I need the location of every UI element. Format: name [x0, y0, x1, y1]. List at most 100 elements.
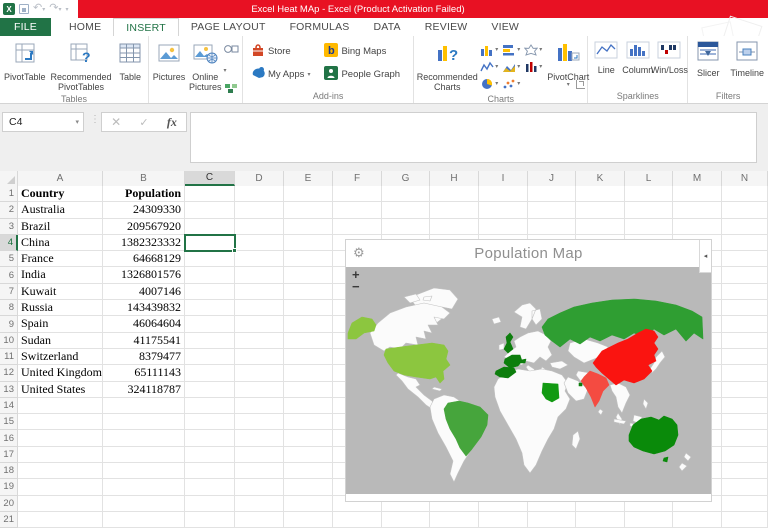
cell-I1[interactable]: [479, 186, 528, 202]
cell-A15[interactable]: [18, 414, 103, 430]
tab-formulas[interactable]: FORMULAS: [278, 18, 362, 36]
cell-C18[interactable]: [185, 463, 235, 479]
cell-L3[interactable]: [625, 219, 673, 235]
formula-input[interactable]: [190, 112, 757, 163]
cell-N20[interactable]: [722, 496, 768, 512]
cell-D6[interactable]: [235, 267, 284, 283]
my-apps-button[interactable]: My Apps ▾: [251, 66, 310, 83]
cell-C2[interactable]: [185, 202, 235, 218]
cell-B9[interactable]: 46064604: [103, 316, 185, 332]
cell-A4[interactable]: China: [18, 235, 103, 251]
cell-B18[interactable]: [103, 463, 185, 479]
column-header-N[interactable]: N: [722, 171, 768, 186]
cell-A19[interactable]: [18, 479, 103, 495]
cell-E12[interactable]: [284, 365, 333, 381]
cell-N7[interactable]: [722, 284, 768, 300]
name-box-dropdown-icon[interactable]: ▾: [75, 118, 79, 126]
recommended-charts-button[interactable]: ? Recommended Charts: [418, 39, 476, 93]
row-header-6[interactable]: 6: [0, 267, 18, 283]
charts-dialog-launcher-icon[interactable]: [576, 80, 585, 89]
cell-D11[interactable]: [235, 349, 284, 365]
insert-radar-chart-icon[interactable]: ▾: [522, 41, 544, 58]
column-header-C[interactable]: C: [185, 171, 235, 186]
cell-A11[interactable]: Switzerland: [18, 349, 103, 365]
column-header-B[interactable]: B: [103, 171, 185, 186]
cell-F1[interactable]: [333, 186, 382, 202]
cell-C20[interactable]: [185, 496, 235, 512]
cell-M1[interactable]: [673, 186, 722, 202]
smartart-icon[interactable]: [224, 80, 241, 98]
cell-A16[interactable]: [18, 430, 103, 446]
cell-K3[interactable]: [576, 219, 625, 235]
people-graph-button[interactable]: People Graph: [324, 66, 400, 83]
cell-B5[interactable]: 64668129: [103, 251, 185, 267]
cell-F21[interactable]: [333, 512, 382, 528]
cell-C15[interactable]: [185, 414, 235, 430]
cell-E6[interactable]: [284, 267, 333, 283]
cell-N10[interactable]: [722, 333, 768, 349]
cell-K2[interactable]: [576, 202, 625, 218]
cell-I3[interactable]: [479, 219, 528, 235]
cell-J21[interactable]: [528, 512, 576, 528]
cell-K21[interactable]: [576, 512, 625, 528]
column-header-F[interactable]: F: [333, 171, 382, 186]
cell-E15[interactable]: [284, 414, 333, 430]
tab-view[interactable]: VIEW: [479, 18, 531, 36]
cell-A18[interactable]: [18, 463, 103, 479]
cell-D17[interactable]: [235, 447, 284, 463]
tab-home[interactable]: HOME: [57, 18, 113, 36]
cell-E11[interactable]: [284, 349, 333, 365]
cell-D1[interactable]: [235, 186, 284, 202]
cell-C19[interactable]: [185, 479, 235, 495]
cell-E13[interactable]: [284, 382, 333, 398]
cell-C1[interactable]: [185, 186, 235, 202]
save-icon[interactable]: [19, 4, 29, 14]
cell-F2[interactable]: [333, 202, 382, 218]
cell-N18[interactable]: [722, 463, 768, 479]
cell-D15[interactable]: [235, 414, 284, 430]
sparkline-line-button[interactable]: Line: [592, 40, 620, 76]
cell-A21[interactable]: [18, 512, 103, 528]
cell-A20[interactable]: [18, 496, 103, 512]
cell-C10[interactable]: [185, 333, 235, 349]
row-header-17[interactable]: 17: [0, 447, 18, 463]
column-header-L[interactable]: L: [625, 171, 673, 186]
cell-E9[interactable]: [284, 316, 333, 332]
row-header-16[interactable]: 16: [0, 430, 18, 446]
cell-E21[interactable]: [284, 512, 333, 528]
cell-A9[interactable]: Spain: [18, 316, 103, 332]
cell-D7[interactable]: [235, 284, 284, 300]
cell-C11[interactable]: [185, 349, 235, 365]
cell-J2[interactable]: [528, 202, 576, 218]
sparkline-winloss-button[interactable]: Win/Loss: [655, 40, 683, 76]
cell-B20[interactable]: [103, 496, 185, 512]
cell-B7[interactable]: 4007146: [103, 284, 185, 300]
cell-C6[interactable]: [185, 267, 235, 283]
cell-N1[interactable]: [722, 186, 768, 202]
gear-icon[interactable]: ⚙: [353, 246, 365, 259]
cell-I21[interactable]: [479, 512, 528, 528]
cell-A13[interactable]: United States: [18, 382, 103, 398]
row-header-1[interactable]: 1: [0, 186, 18, 202]
cell-N21[interactable]: [722, 512, 768, 528]
cell-N8[interactable]: [722, 300, 768, 316]
cell-A12[interactable]: United Kingdom: [18, 365, 103, 381]
cell-F3[interactable]: [333, 219, 382, 235]
insert-bar-chart-icon[interactable]: ▾: [500, 41, 522, 58]
cell-G21[interactable]: [382, 512, 430, 528]
column-header-E[interactable]: E: [284, 171, 333, 186]
cell-H1[interactable]: [430, 186, 479, 202]
row-header-18[interactable]: 18: [0, 463, 18, 479]
column-header-D[interactable]: D: [235, 171, 284, 186]
row-header-10[interactable]: 10: [0, 333, 18, 349]
cell-G3[interactable]: [382, 219, 430, 235]
table-button[interactable]: Table: [114, 39, 146, 83]
cell-A2[interactable]: Australia: [18, 202, 103, 218]
cell-C17[interactable]: [185, 447, 235, 463]
tab-review[interactable]: REVIEW: [413, 18, 480, 36]
insert-scatter-chart-icon[interactable]: ▾: [500, 75, 522, 92]
online-pictures-button[interactable]: Online Pictures: [187, 39, 224, 93]
row-header-3[interactable]: 3: [0, 219, 18, 235]
cell-N12[interactable]: [722, 365, 768, 381]
tab-file[interactable]: FILE: [0, 18, 51, 36]
